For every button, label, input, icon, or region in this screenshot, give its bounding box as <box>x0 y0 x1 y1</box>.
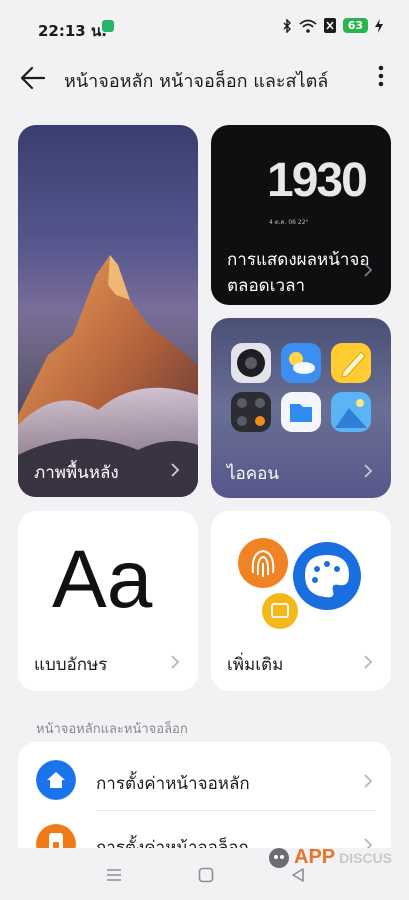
sim-icon <box>323 18 336 33</box>
watermark: APP DISCUS <box>268 846 392 869</box>
watermark-brand: APP <box>294 846 336 868</box>
always-on-display-card[interactable]: 1930 4 ต.ค. 06 22° การแสดงผลหน้าจอตลอดเว… <box>211 125 391 305</box>
files-app-icon <box>281 392 321 432</box>
more-card[interactable]: เพิ่มเติม <box>211 511 391 691</box>
icons-card[interactable]: ไอคอน <box>211 318 391 498</box>
icons-label: ไอคอน <box>227 464 279 484</box>
back-button-icon[interactable] <box>290 867 306 883</box>
more-options-icon[interactable] <box>377 64 385 88</box>
gallery-app-icon <box>331 392 371 432</box>
aod-label: การแสดงผลหน้าจอตลอดเวลา <box>227 250 370 296</box>
home-icon <box>36 760 76 800</box>
status-time: 22:13 น. <box>38 22 107 40</box>
chevron-right-icon <box>364 263 373 277</box>
page-title: หน้าจอหลัก หน้าจอล็อก และสไตล์ <box>64 71 329 92</box>
home-button-icon[interactable] <box>198 867 214 883</box>
fingerprint-icon <box>238 538 288 588</box>
list-item-home-screen-settings[interactable]: การตั้งค่าหน้าจอหลัก <box>18 746 391 810</box>
chevron-right-icon <box>171 463 180 477</box>
back-arrow-icon[interactable] <box>18 64 46 92</box>
more-features-illustration <box>238 538 361 629</box>
recent-apps-icon[interactable] <box>106 868 122 882</box>
fonts-card[interactable]: Aa แบบอักษร <box>18 511 198 691</box>
fonts-label: แบบอักษร <box>34 655 108 675</box>
list-item-label: การตั้งค่าหน้าจอหลัก <box>96 774 250 794</box>
chevron-right-icon <box>364 464 373 478</box>
font-sample: Aa <box>52 534 153 625</box>
bluetooth-icon <box>283 18 291 33</box>
wallpaper-card[interactable]: ภาพพื้นหลัง <box>18 125 198 497</box>
notes-app-icon <box>331 343 371 383</box>
weather-app-icon <box>281 343 321 383</box>
settings-list: การตั้งค่าหน้าจอหลัก การตั้งค่าหน้าจอล็อ… <box>18 742 391 862</box>
mountain-wallpaper-image <box>18 255 198 497</box>
chevron-right-icon <box>171 655 180 669</box>
more-label: เพิ่มเติม <box>227 655 284 675</box>
app-icons-preview <box>231 343 371 432</box>
calculator-app-icon <box>231 392 271 432</box>
chevron-right-icon <box>364 774 373 788</box>
wallpaper-label: ภาพพื้นหลัง <box>34 463 119 483</box>
status-icons: 63 <box>282 18 383 33</box>
wifi-icon <box>299 19 317 33</box>
watermark-sub: DISCUS <box>339 849 393 866</box>
palette-icon <box>293 542 361 610</box>
aod-clock: 1930 <box>267 154 368 207</box>
section-header: หน้าจอหลักและหน้าจอล็อก <box>36 722 188 737</box>
watermark-logo-icon <box>269 847 289 868</box>
camera-app-icon <box>231 343 271 383</box>
battery-indicator: 63 <box>342 18 368 33</box>
aod-date: 4 ต.ค. 06 22° <box>269 219 309 226</box>
app-bar: หน้าจอหลัก หน้าจอล็อก และสไตล์ <box>0 56 409 100</box>
widget-icon <box>262 593 298 629</box>
charging-icon <box>375 18 383 33</box>
status-bar: 22:13 น. 63 <box>0 0 409 56</box>
notification-icon <box>102 20 114 32</box>
chevron-right-icon <box>364 655 373 669</box>
